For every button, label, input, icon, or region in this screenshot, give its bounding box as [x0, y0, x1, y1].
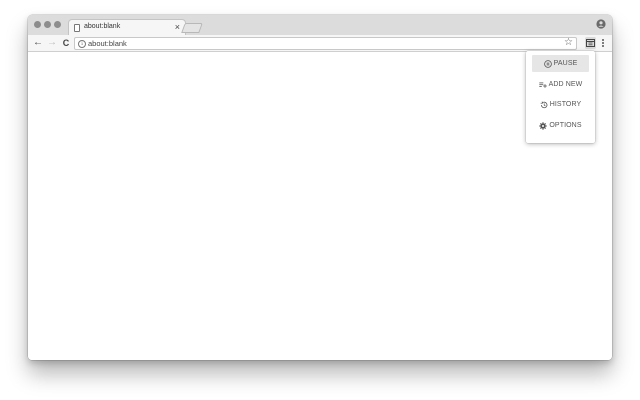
pause-button[interactable]: PAUSE — [532, 55, 589, 72]
options-label: OPTIONS — [549, 122, 582, 129]
zoom-window-button[interactable] — [54, 21, 61, 28]
extension-icon — [586, 39, 595, 47]
new-tab-button[interactable] — [181, 23, 203, 33]
tab-about-blank[interactable]: about:blank × — [68, 19, 186, 36]
browser-window: about:blank × ← → C i about:blank ☆ — [28, 15, 612, 360]
address-bar[interactable]: i about:blank ☆ — [74, 37, 577, 50]
back-button[interactable]: ← — [33, 38, 43, 48]
playlist-add-icon — [538, 82, 547, 88]
pause-circle-icon — [543, 59, 552, 68]
add-new-button[interactable]: ADD NEW — [532, 76, 589, 93]
history-button[interactable]: HISTORY — [532, 96, 589, 113]
profile-icon[interactable] — [596, 19, 606, 29]
options-button[interactable]: OPTIONS — [532, 117, 589, 134]
title-bar: about:blank × — [28, 15, 612, 36]
tab-title: about:blank — [84, 23, 121, 30]
minimize-window-button[interactable] — [44, 21, 51, 28]
page-icon — [74, 24, 80, 32]
history-icon — [540, 101, 548, 108]
gear-icon — [539, 121, 548, 130]
extension-button[interactable] — [585, 37, 596, 49]
menu-icon[interactable] — [600, 37, 606, 49]
extension-popup: PAUSE ADD NEW HISTORY OPTIONS — [526, 51, 595, 143]
page-content — [28, 53, 612, 360]
close-window-button[interactable] — [34, 21, 41, 28]
add-new-label: ADD NEW — [548, 81, 583, 88]
history-label: HISTORY — [549, 101, 582, 108]
info-icon[interactable]: i — [78, 40, 86, 48]
pause-label: PAUSE — [553, 60, 578, 67]
forward-button[interactable]: → — [47, 38, 57, 48]
star-icon[interactable]: ☆ — [564, 37, 573, 49]
tab-close-icon[interactable]: × — [175, 22, 180, 32]
url-text[interactable]: about:blank — [88, 39, 127, 48]
toolbar: ← → C i about:blank ☆ — [28, 35, 612, 52]
reload-button[interactable]: C — [61, 38, 71, 48]
